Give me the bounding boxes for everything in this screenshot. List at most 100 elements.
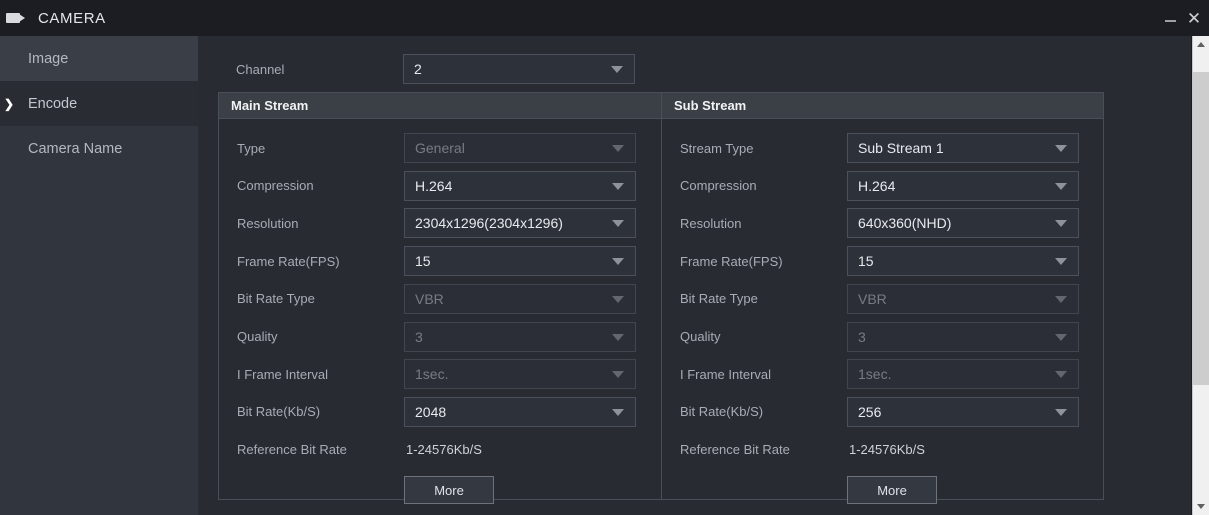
chevron-down-icon bbox=[1055, 220, 1067, 228]
scroll-up-button[interactable] bbox=[1193, 36, 1209, 53]
field-label-compression: Compression bbox=[680, 178, 757, 194]
select-bit-rate-type: VBR bbox=[847, 283, 1079, 314]
row-compression: Compression H.264 bbox=[219, 170, 661, 201]
select-type: General bbox=[404, 133, 636, 163]
select-frame-rate-fps[interactable]: 15 bbox=[404, 246, 636, 277]
scrollbar-thumb[interactable] bbox=[1193, 72, 1209, 385]
row-bit-rate-type: Bit Rate Type VBR bbox=[219, 283, 661, 314]
row-reference-bit-rate: Reference Bit Rate 1-24576Kb/S bbox=[219, 435, 661, 465]
select-value-compression: H.264 bbox=[415, 177, 453, 194]
panel-sub-stream: Sub Stream Stream Type Sub Stream 1 Compres… bbox=[661, 93, 1103, 505]
select-value-i-frame-interval: 1sec. bbox=[858, 366, 892, 383]
select-value-bit-rate-type: VBR bbox=[858, 290, 887, 307]
panel-body: Type General Compression H.264 Resolution 230… bbox=[219, 119, 661, 505]
field-label-quality: Quality bbox=[237, 329, 278, 344]
chevron-down-icon bbox=[1055, 408, 1067, 416]
chevron-up-icon bbox=[1197, 42, 1205, 47]
row-compression: Compression H.264 bbox=[662, 170, 1103, 201]
row-reference-bit-rate: Reference Bit Rate 1-24576Kb/S bbox=[662, 435, 1103, 465]
select-value-quality: 3 bbox=[415, 328, 423, 345]
select-compression[interactable]: H.264 bbox=[404, 170, 636, 201]
field-label-type: Type bbox=[237, 140, 266, 156]
chevron-down-icon bbox=[612, 220, 624, 228]
chevron-down-icon bbox=[612, 295, 624, 303]
select-quality: 3 bbox=[404, 321, 636, 352]
chevron-down-icon bbox=[612, 408, 624, 416]
select-value-resolution: 2304x1296(2304x1296) bbox=[415, 215, 563, 232]
row-stream-type: Stream Type Sub Stream 1 bbox=[662, 133, 1103, 163]
sidebar-item-label: Camera Name bbox=[28, 140, 123, 157]
select-bit-rate-type: VBR bbox=[404, 283, 636, 314]
minimize-button[interactable] bbox=[1159, 0, 1181, 36]
panel-title: Sub Stream bbox=[674, 98, 747, 113]
sidebar-item-image[interactable]: Image bbox=[0, 36, 198, 81]
field-label-i-frame-interval: I Frame Interval bbox=[237, 366, 329, 382]
window-title-bar: CAMERA ✕ bbox=[0, 0, 1209, 36]
field-label-reference-bit-rate: Reference Bit Rate bbox=[237, 442, 347, 458]
vertical-scrollbar[interactable] bbox=[1192, 36, 1209, 515]
select-value-bit-rate-type: VBR bbox=[415, 290, 444, 307]
select-value-type: General bbox=[415, 140, 465, 156]
sidebar-item-label: Encode bbox=[28, 95, 78, 112]
panel-main-stream: Main Stream Type General Compression H.264 Re… bbox=[219, 93, 661, 505]
channel-select[interactable]: 2 bbox=[403, 54, 635, 84]
row-bit-rate-kb-s: Bit Rate(Kb/S) 256 bbox=[662, 396, 1103, 427]
chevron-down-icon bbox=[612, 371, 624, 379]
video-camera-icon bbox=[6, 11, 28, 25]
select-frame-rate-fps[interactable]: 15 bbox=[847, 246, 1079, 277]
chevron-down-icon bbox=[611, 66, 623, 73]
row-i-frame-interval: I Frame Interval 1sec. bbox=[219, 359, 661, 390]
field-label-i-frame-interval: I Frame Interval bbox=[680, 366, 772, 382]
chevron-down-icon bbox=[1055, 371, 1067, 379]
panel-header: Sub Stream bbox=[662, 93, 1103, 119]
select-i-frame-interval: 1sec. bbox=[404, 359, 636, 390]
chevron-down-icon bbox=[1197, 504, 1205, 509]
row-quality: Quality 3 bbox=[662, 321, 1103, 352]
channel-label: Channel bbox=[236, 61, 285, 77]
scroll-down-button[interactable] bbox=[1193, 498, 1209, 515]
close-button[interactable]: ✕ bbox=[1183, 0, 1205, 36]
static-value-reference-bit-rate: 1-24576Kb/S bbox=[849, 442, 925, 458]
select-value-i-frame-interval: 1sec. bbox=[415, 366, 449, 383]
field-label-resolution: Resolution bbox=[237, 215, 299, 231]
chevron-down-icon bbox=[1055, 258, 1067, 266]
channel-value: 2 bbox=[414, 61, 422, 77]
sidebar: Image ❯ Encode Camera Name bbox=[0, 36, 198, 515]
field-label-resolution: Resolution bbox=[680, 215, 742, 231]
sidebar-item-camera-name[interactable]: Camera Name bbox=[0, 126, 198, 171]
chevron-down-icon bbox=[1055, 182, 1067, 190]
chevron-down-icon bbox=[612, 182, 624, 190]
select-bit-rate-kb-s[interactable]: 256 bbox=[847, 396, 1079, 427]
static-value-reference-bit-rate: 1-24576Kb/S bbox=[406, 442, 482, 458]
row-type: Type General bbox=[219, 133, 661, 163]
minimize-icon bbox=[1164, 20, 1176, 22]
row-bit-rate-kb-s: Bit Rate(Kb/S) 2048 bbox=[219, 396, 661, 427]
field-label-reference-bit-rate: Reference Bit Rate bbox=[680, 442, 790, 458]
select-compression[interactable]: H.264 bbox=[847, 170, 1079, 201]
row-resolution: Resolution 640x360(NHD) bbox=[662, 208, 1103, 239]
chevron-down-icon bbox=[1055, 295, 1067, 303]
select-resolution[interactable]: 640x360(NHD) bbox=[847, 208, 1079, 239]
select-value-stream-type: Sub Stream 1 bbox=[858, 140, 944, 156]
scrollbar-track[interactable] bbox=[1193, 53, 1209, 72]
row-quality: Quality 3 bbox=[219, 321, 661, 352]
more-button[interactable]: More bbox=[847, 476, 937, 505]
select-stream-type[interactable]: Sub Stream 1 bbox=[847, 133, 1079, 163]
chevron-down-icon bbox=[1055, 145, 1067, 152]
channel-row: Channel 2 bbox=[218, 52, 1104, 86]
field-label-bit-rate-kb-s: Bit Rate(Kb/S) bbox=[680, 404, 764, 420]
select-value-frame-rate-fps: 15 bbox=[858, 253, 874, 270]
row-frame-rate-fps: Frame Rate(FPS) 15 bbox=[219, 246, 661, 277]
select-value-compression: H.264 bbox=[858, 177, 896, 194]
field-label-quality: Quality bbox=[680, 329, 721, 344]
sidebar-item-encode[interactable]: ❯ Encode bbox=[0, 81, 198, 126]
more-button[interactable]: More bbox=[404, 476, 494, 505]
select-resolution[interactable]: 2304x1296(2304x1296) bbox=[404, 208, 636, 239]
select-value-bit-rate-kb-s: 256 bbox=[858, 403, 882, 420]
select-bit-rate-kb-s[interactable]: 2048 bbox=[404, 396, 636, 427]
chevron-down-icon bbox=[612, 258, 624, 266]
panel-title: Main Stream bbox=[231, 98, 309, 113]
field-label-stream-type: Stream Type bbox=[680, 140, 754, 156]
panel-header: Main Stream bbox=[219, 93, 661, 119]
row-bit-rate-type: Bit Rate Type VBR bbox=[662, 283, 1103, 314]
